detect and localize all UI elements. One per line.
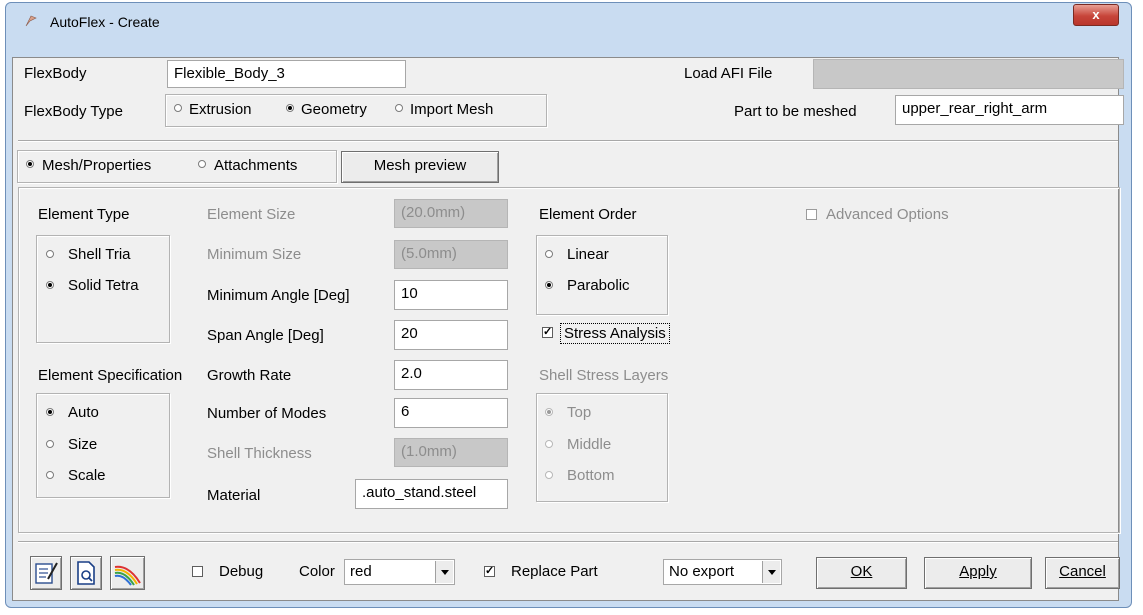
minimum-size-input: (5.0mm) <box>394 240 508 269</box>
document-search-button[interactable] <box>70 556 102 590</box>
radio-geometry[interactable] <box>286 104 294 112</box>
rainbow-icon <box>114 565 141 586</box>
radio-scale-label: Scale <box>68 467 106 484</box>
radio-shell-tria[interactable] <box>46 250 54 258</box>
span-angle-input[interactable]: 20 <box>394 320 508 350</box>
edit-notes-button[interactable] <box>30 556 62 590</box>
divider <box>18 140 1118 142</box>
radio-shell-tria-label: Shell Tria <box>68 246 131 263</box>
material-input[interactable]: .auto_stand.steel <box>355 479 508 509</box>
replace-part-label: Replace Part <box>511 563 598 580</box>
close-button[interactable]: x <box>1073 4 1119 26</box>
minimum-size-label: Minimum Size <box>207 246 302 263</box>
footer-divider <box>18 541 1118 543</box>
export-select-value: No export <box>669 563 735 580</box>
radio-auto-label: Auto <box>68 404 99 421</box>
advanced-options-label: Advanced Options <box>826 206 949 223</box>
radio-solid-tetra[interactable] <box>46 281 54 289</box>
app-icon <box>25 15 37 27</box>
radio-parabolic[interactable] <box>545 281 553 289</box>
radio-scale[interactable] <box>46 471 54 479</box>
title-bar[interactable]: AutoFlex - Create x <box>6 3 1131 39</box>
shell-thickness-label: Shell Thickness <box>207 445 312 462</box>
radio-bottom <box>545 471 553 479</box>
replace-part-checkbox[interactable]: ✓ <box>484 566 495 577</box>
chevron-down-icon <box>435 561 453 583</box>
rainbow-button[interactable] <box>110 556 145 590</box>
radio-middle-label: Middle <box>567 436 612 453</box>
minimum-angle-label: Minimum Angle [Deg] <box>207 287 350 304</box>
color-label: Color <box>299 563 335 580</box>
cancel-button[interactable]: Cancel <box>1045 557 1120 589</box>
radio-bottom-label: Bottom <box>567 467 615 484</box>
debug-label: Debug <box>219 563 264 580</box>
element-size-label: Element Size <box>207 206 296 223</box>
apply-button[interactable]: Apply <box>924 557 1032 589</box>
radio-linear-label: Linear <box>567 246 609 263</box>
color-select-value: red <box>350 563 372 580</box>
flexbody-type-label: FlexBody Type <box>24 103 123 120</box>
radio-extrusion[interactable] <box>174 104 182 112</box>
element-size-input: (20.0mm) <box>394 199 508 228</box>
number-of-modes-label: Number of Modes <box>207 405 327 422</box>
radio-auto[interactable] <box>46 408 54 416</box>
radio-mesh-properties-label: Mesh/Properties <box>42 157 152 174</box>
flexbody-label: FlexBody <box>24 65 87 82</box>
cancel-button-label: Cancel <box>1059 563 1106 580</box>
radio-import-mesh-label: Import Mesh <box>410 101 494 118</box>
radio-parabolic-label: Parabolic <box>567 277 630 294</box>
radio-geometry-label: Geometry <box>301 101 367 118</box>
part-meshed-label: Part to be meshed <box>734 103 857 120</box>
close-icon: x <box>1092 7 1100 22</box>
span-angle-label: Span Angle [Deg] <box>207 327 324 344</box>
radio-attachments[interactable] <box>198 160 206 168</box>
debug-checkbox[interactable] <box>192 566 203 577</box>
number-of-modes-input[interactable]: 6 <box>394 398 508 428</box>
radio-extrusion-label: Extrusion <box>189 101 252 118</box>
document-search-icon <box>77 561 95 585</box>
shell-thickness-input: (1.0mm) <box>394 438 508 467</box>
apply-button-label: Apply <box>959 563 997 580</box>
edit-notes-icon <box>35 562 58 584</box>
element-order-label: Element Order <box>539 206 637 223</box>
radio-size-label: Size <box>68 436 98 453</box>
material-label: Material <box>207 487 261 504</box>
element-specification-label: Element Specification <box>38 367 183 384</box>
mesh-preview-button[interactable]: Mesh preview <box>341 151 499 183</box>
radio-solid-tetra-label: Solid Tetra <box>68 277 139 294</box>
shell-stress-layers-label: Shell Stress Layers <box>539 367 669 384</box>
radio-linear[interactable] <box>545 250 553 258</box>
radio-middle <box>545 440 553 448</box>
stress-analysis-checkbox[interactable]: ✓ <box>542 327 553 338</box>
export-select[interactable]: No export <box>663 559 782 585</box>
advanced-options-checkbox[interactable] <box>806 209 817 220</box>
radio-top-label: Top <box>567 404 592 421</box>
radio-mesh-properties[interactable] <box>26 160 34 168</box>
load-afi-label: Load AFI File <box>684 65 773 82</box>
color-select[interactable]: red <box>344 559 455 585</box>
growth-rate-label: Growth Rate <box>207 367 292 384</box>
chevron-down-icon <box>762 561 780 583</box>
load-afi-input <box>813 59 1124 89</box>
radio-import-mesh[interactable] <box>395 104 403 112</box>
radio-top <box>545 408 553 416</box>
ok-button[interactable]: OK <box>816 557 907 589</box>
minimum-angle-input[interactable]: 10 <box>394 280 508 310</box>
growth-rate-input[interactable]: 2.0 <box>394 360 508 390</box>
element-type-label: Element Type <box>38 206 130 223</box>
flexbody-name-input[interactable]: Flexible_Body_3 <box>167 60 406 88</box>
ok-button-label: OK <box>850 563 873 580</box>
radio-attachments-label: Attachments <box>214 157 298 174</box>
radio-size[interactable] <box>46 440 54 448</box>
stress-analysis-label: Stress Analysis <box>560 323 670 344</box>
window-title: AutoFlex - Create <box>50 14 160 30</box>
part-meshed-input[interactable]: upper_rear_right_arm <box>895 95 1124 125</box>
